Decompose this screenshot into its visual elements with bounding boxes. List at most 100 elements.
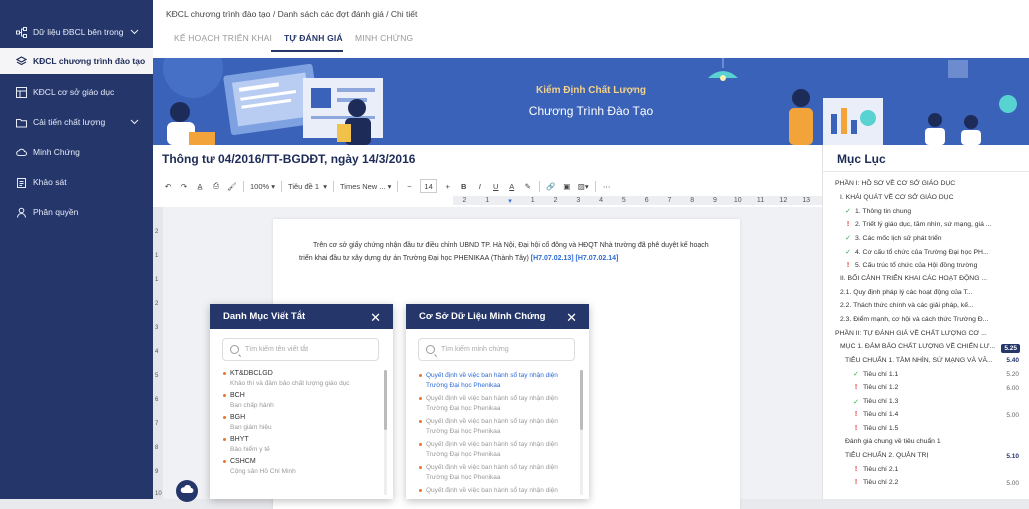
- toc-item[interactable]: II. BỐI CẢNH TRIỂN KHAI CÁC HOẠT ĐỘNG ..…: [840, 275, 987, 282]
- font-size-input[interactable]: 14: [420, 179, 437, 193]
- abbreviation-search-input[interactable]: Tìm kiếm tên viết tắt: [222, 338, 379, 361]
- evidence-item-label: Quyết định về việc ban hành sổ tay nhận …: [426, 464, 558, 481]
- bold-icon[interactable]: B: [459, 179, 469, 193]
- ruler-tick: 5: [621, 197, 626, 204]
- decrease-font-icon[interactable]: −: [404, 179, 414, 193]
- toc-item[interactable]: ! 2. Triết lý giáo dục, tầm nhìn, sứ mạng…: [844, 221, 992, 228]
- undo-icon[interactable]: ↶: [163, 179, 173, 193]
- zoom-select[interactable]: 100% ▾: [250, 179, 275, 193]
- list-item[interactable]: BGH Ban giám hiệu: [223, 414, 375, 431]
- list-item[interactable]: KT&DBCLGD Khảo thí và đảm bảo chất lượng …: [223, 370, 375, 387]
- font-select[interactable]: Times New ... ▾: [340, 179, 391, 193]
- abbreviation-description: Ban chấp hành: [230, 402, 274, 409]
- toc-item[interactable]: ! Tiêu chí 2.2: [852, 479, 898, 486]
- top-header: KĐCL chương trình đào tạo / Danh sách cá…: [153, 0, 1029, 58]
- toc-item[interactable]: ! Tiêu chí 1.2: [852, 384, 898, 391]
- comment-icon[interactable]: ▣: [562, 179, 572, 193]
- sidebar-item-program-accreditation[interactable]: KĐCL chương trình đào tạo: [0, 48, 153, 74]
- warning-icon: !: [854, 384, 858, 391]
- text-color-icon[interactable]: A: [507, 179, 517, 193]
- spellcheck-icon[interactable]: A̲: [195, 179, 205, 193]
- print-icon[interactable]: ⎙: [211, 179, 221, 193]
- check-icon: ✓: [845, 208, 851, 216]
- toc-item[interactable]: ! 5. Cấu trúc tổ chức của Hội đồng trường: [844, 262, 978, 269]
- list-item[interactable]: CSHCM Cộng sản Hồ Chí Minh: [223, 458, 375, 475]
- toc-item[interactable]: PHẦN II: TỰ ĐÁNH GIÁ VỀ CHẤT LƯỢNG CƠ ..…: [835, 330, 987, 337]
- list-item[interactable]: Quyết định về việc ban hành sổ tay nhận …: [419, 371, 571, 390]
- breadcrumb[interactable]: KĐCL chương trình đào tạo / Danh sách cá…: [166, 9, 417, 19]
- toc-item[interactable]: ✓ Tiêu chí 1.3: [852, 398, 898, 406]
- toc-item[interactable]: 2.3. Điểm mạnh, cơ hội và cách thức Trườ…: [840, 316, 988, 323]
- sidebar-item-permissions[interactable]: Phân quyền: [0, 199, 153, 225]
- close-icon[interactable]: ✕: [566, 310, 577, 326]
- toc-item[interactable]: ! Tiêu chí 1.4: [852, 411, 898, 418]
- tab-implementation-plan[interactable]: KẾ HOẠCH TRIỂN KHAI: [174, 33, 272, 43]
- toc-item[interactable]: Đánh giá chung về tiêu chuẩn 1: [845, 438, 941, 445]
- list-item[interactable]: BCH Ban chấp hành: [223, 392, 375, 409]
- document-paragraph: Trên cơ sở giấy chứng nhận đầu tư điều c…: [299, 242, 709, 262]
- banner-subtitle: Kiểm Định Chất Lượng: [536, 85, 646, 96]
- indent-marker-icon[interactable]: ▾: [499, 197, 522, 205]
- scrollbar[interactable]: [580, 370, 583, 495]
- ruler-tick: 1: [155, 253, 159, 259]
- link-icon[interactable]: 🔗: [546, 179, 556, 193]
- list-item[interactable]: Quyết định về việc ban hành sổ tay nhận …: [419, 486, 571, 496]
- list-item[interactable]: Quyết định về việc ban hành sổ tay nhận …: [419, 417, 571, 436]
- evidence-search-input[interactable]: Tìm kiếm minh chứng: [418, 338, 575, 361]
- evidence-reference[interactable]: [H7.07.02.13] [H7.07.02.14]: [531, 255, 619, 262]
- abbreviation-code: BHYT: [223, 436, 375, 443]
- toc-item[interactable]: ✓ 4. Cơ cấu tổ chức của Trường Đại học PH…: [844, 248, 989, 257]
- editor-toolbar: ↶ ↷ A̲ ⎙ 🖌 100% ▾ Tiêu đề 1 ▾ Times New …: [153, 177, 822, 195]
- tab-self-assessment[interactable]: TỰ ĐÁNH GIÁ: [284, 33, 343, 43]
- toc-item-label: Tiêu chí 1.3: [863, 398, 899, 406]
- toc-item[interactable]: PHẦN I: HỒ SƠ VỀ CƠ SỞ GIÁO DỤC: [835, 180, 955, 187]
- toc-item[interactable]: 2.2. Thách thức chính và các giải pháp, …: [840, 302, 974, 309]
- redo-icon[interactable]: ↷: [179, 179, 189, 193]
- sidebar-item-institution-accreditation[interactable]: KĐCL cơ sở giáo dục: [0, 79, 153, 105]
- list-item[interactable]: BHYT Bảo hiểm y tế: [223, 436, 375, 453]
- toc-item[interactable]: I. KHÁI QUÁT VỀ CƠ SỞ GIÁO DỤC: [840, 194, 954, 201]
- search-icon: [230, 345, 239, 354]
- clipboard-icon: [16, 177, 27, 188]
- chevron-down-icon: [130, 117, 139, 127]
- search-placeholder: Tìm kiếm tên viết tắt: [245, 346, 309, 353]
- scrollbar-thumb[interactable]: [384, 370, 387, 430]
- toolbar-divider: [281, 180, 283, 192]
- image-icon[interactable]: ▨▾: [578, 179, 589, 193]
- increase-font-icon[interactable]: +: [443, 179, 453, 193]
- toc-item[interactable]: MỤC 1. ĐẢM BẢO CHẤT LƯỢNG VỀ CHIẾN LƯ...: [840, 343, 995, 350]
- italic-icon[interactable]: I: [475, 179, 485, 193]
- close-icon[interactable]: ✕: [370, 310, 381, 326]
- toc-item[interactable]: TIÊU CHUẨN 2. QUẢN TRỊ: [845, 452, 928, 459]
- sidebar-item-survey[interactable]: Khảo sát: [0, 169, 153, 195]
- toc-item[interactable]: ✓ 1. Thông tin chung: [844, 207, 911, 216]
- list-item[interactable]: Quyết định về việc ban hành sổ tay nhận …: [419, 394, 571, 413]
- toc-item[interactable]: ! Tiêu chí 2.1: [852, 466, 898, 473]
- check-icon: ✓: [853, 371, 859, 379]
- underline-icon[interactable]: U: [491, 179, 501, 193]
- toc-item[interactable]: ✓ Tiêu chí 1.1: [852, 370, 898, 379]
- list-item[interactable]: Quyết định về việc ban hành sổ tay nhận …: [419, 440, 571, 459]
- style-select[interactable]: Tiêu đề 1 ▾: [288, 179, 327, 193]
- ruler-tick: 4: [155, 349, 159, 355]
- tab-evidence[interactable]: MINH CHỨNG: [355, 33, 413, 43]
- more-icon[interactable]: ⋯: [602, 179, 612, 193]
- toc-item[interactable]: ! Tiêu chí 1.5: [852, 425, 898, 432]
- ruler-tick: 8: [155, 445, 159, 451]
- toc-item[interactable]: 2.1. Quy định pháp lý các hoạt động của …: [840, 289, 973, 296]
- toc-item[interactable]: ✓ 3. Các mốc lịch sử phát triển: [844, 234, 941, 243]
- abbreviation-description: Khảo thí và đảm bảo chất lượng giáo dục: [230, 380, 350, 387]
- scrollbar[interactable]: [384, 370, 387, 495]
- highlight-icon[interactable]: ✎: [523, 179, 533, 193]
- abbreviation-list: KT&DBCLGD Khảo thí và đảm bảo chất lượng …: [223, 370, 375, 480]
- toc-item[interactable]: TIÊU CHUẨN 1. TẦM NHÌN, SỨ MẠNG VÀ VĂ...: [845, 357, 993, 364]
- evidence-panel: Cơ Sở Dữ Liệu Minh Chứng ✕ Tìm kiếm minh…: [406, 304, 589, 499]
- ruler-tick: 9: [155, 469, 159, 475]
- sidebar-item-quality-improvement[interactable]: Cải tiến chất lượng: [0, 109, 153, 135]
- sidebar-item-evidence[interactable]: Minh Chứng: [0, 139, 153, 165]
- scrollbar-thumb[interactable]: [580, 370, 583, 430]
- ruler-tick: 2: [462, 197, 467, 204]
- sidebar-item-internal-qa[interactable]: Dữ liệu ĐBCL bên trong: [0, 19, 153, 45]
- paint-format-icon[interactable]: 🖌: [227, 179, 237, 193]
- list-item[interactable]: Quyết định về việc ban hành sổ tay nhận …: [419, 463, 571, 482]
